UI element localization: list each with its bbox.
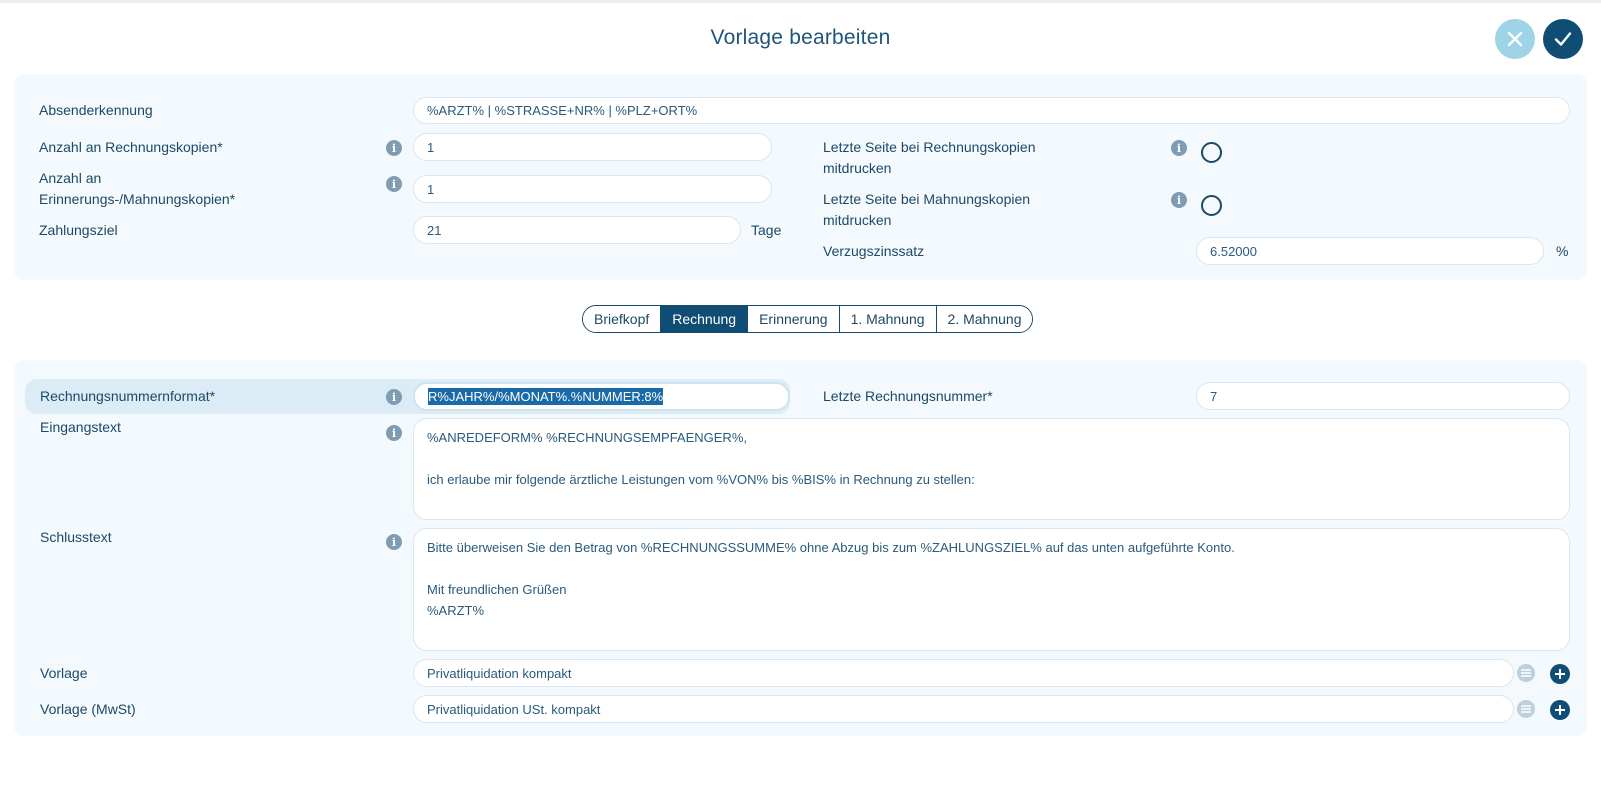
tab-briefkopf[interactable]: Briefkopf — [583, 306, 662, 332]
info-icon[interactable]: i — [386, 389, 402, 405]
confirm-button[interactable] — [1543, 19, 1583, 59]
number-format-input[interactable]: R%JAHR%/%MONAT%.%NUMMER:8% — [413, 382, 790, 411]
template-vat-value: Privatliquidation USt. kompakt — [427, 701, 601, 717]
closing-text-line — [427, 558, 1556, 579]
intro-text-line — [427, 448, 1556, 469]
template-label: Vorlage — [40, 665, 88, 681]
template-vat-select[interactable]: Privatliquidation USt. kompakt — [413, 695, 1514, 723]
intro-text-line: %ANREDEFORM% %RECHNUNGSEMPFAENGER%, — [427, 430, 747, 445]
sender-id-input[interactable]: %ARZT% | %STRASSE+NR% | %PLZ+ORT% — [413, 97, 1570, 124]
last-number-label: Letzte Rechnungsnummer* — [823, 388, 993, 404]
payment-term-input[interactable]: 21 — [413, 216, 741, 244]
intro-text-textarea[interactable]: %ANREDEFORM% %RECHNUNGSEMPFAENGER%, ich … — [413, 418, 1570, 520]
closing-text-line: Mit freundlichen Grüßen — [427, 582, 567, 597]
interest-rate-input[interactable]: 6.52000 — [1196, 237, 1544, 265]
last-number-value: 7 — [1210, 388, 1218, 404]
reminder-copies-value: 1 — [427, 181, 435, 197]
payment-term-label: Zahlungsziel — [39, 222, 118, 238]
info-icon[interactable]: i — [1171, 192, 1187, 208]
invoice-copies-label: Anzahl an Rechnungskopien* — [39, 139, 223, 155]
info-icon[interactable]: i — [386, 140, 402, 156]
tab-bar: Briefkopf Rechnung Erinnerung 1. Mahnung… — [582, 305, 1034, 333]
template-select[interactable]: Privatliquidation kompakt — [413, 659, 1514, 687]
template-value: Privatliquidation kompakt — [427, 665, 572, 681]
info-icon[interactable]: i — [386, 425, 402, 441]
tab-1-mahnung[interactable]: 1. Mahnung — [839, 306, 937, 332]
last-page-invoice-radio[interactable] — [1201, 142, 1222, 163]
number-format-value: R%JAHR%/%MONAT%.%NUMMER:8% — [428, 388, 664, 405]
plus-icon — [1555, 705, 1565, 715]
reminder-copies-label-line1: Anzahl an — [39, 170, 102, 186]
closing-text-line: %ARZT% — [427, 603, 485, 618]
interest-rate-label: Verzugszinssatz — [823, 243, 925, 259]
reminder-copies-label-line2: Erinnerungs-/Mahnungskopien* — [39, 191, 236, 207]
intro-text-label: Eingangstext — [40, 419, 121, 435]
closing-text-label: Schlusstext — [40, 529, 112, 545]
dialog-title: Vorlage bearbeiten — [710, 26, 891, 49]
info-icon[interactable]: i — [1171, 140, 1187, 156]
last-page-invoice-label-line1: Letzte Seite bei Rechnungskopien — [823, 139, 1036, 155]
last-page-dunning-label-line2: mitdrucken — [823, 212, 892, 228]
list-icon[interactable] — [1517, 700, 1535, 718]
list-icon[interactable] — [1517, 664, 1535, 682]
top-border — [0, 0, 1601, 3]
last-page-dunning-radio[interactable] — [1201, 195, 1222, 216]
tab-erinnerung[interactable]: Erinnerung — [748, 306, 840, 332]
last-page-invoice-label-line2: mitdrucken — [823, 160, 892, 176]
plus-icon — [1555, 669, 1565, 679]
cancel-button[interactable] — [1495, 19, 1535, 59]
tab-rechnung[interactable]: Rechnung — [661, 306, 749, 332]
closing-text-textarea[interactable]: Bitte überweisen Sie den Betrag von %REC… — [413, 528, 1570, 651]
reminder-copies-input[interactable]: 1 — [413, 175, 772, 203]
number-format-label: Rechnungsnummernformat* — [40, 388, 216, 404]
close-icon — [1507, 31, 1523, 47]
last-number-input[interactable]: 7 — [1196, 382, 1570, 410]
check-icon — [1554, 32, 1572, 46]
add-template-button[interactable] — [1550, 664, 1570, 684]
tab-2-mahnung[interactable]: 2. Mahnung — [936, 306, 1033, 332]
sender-id-label: Absenderkennung — [39, 102, 153, 118]
intro-text-line: ich erlaube mir folgende ärztliche Leist… — [427, 472, 975, 487]
invoice-copies-input[interactable]: 1 — [413, 133, 772, 161]
interest-rate-unit: % — [1556, 243, 1569, 259]
closing-text-line: Bitte überweisen Sie den Betrag von %REC… — [427, 540, 1235, 555]
template-vat-label: Vorlage (MwSt) — [40, 701, 136, 717]
add-template-vat-button[interactable] — [1550, 700, 1570, 720]
payment-term-unit: Tage — [751, 222, 782, 238]
payment-term-value: 21 — [427, 222, 442, 238]
info-icon[interactable]: i — [386, 534, 402, 550]
info-icon[interactable]: i — [386, 176, 402, 192]
last-page-dunning-label-line1: Letzte Seite bei Mahnungskopien — [823, 191, 1031, 207]
interest-rate-value: 6.52000 — [1210, 243, 1257, 259]
invoice-copies-value: 1 — [427, 139, 435, 155]
sender-id-value: %ARZT% | %STRASSE+NR% | %PLZ+ORT% — [427, 103, 698, 118]
